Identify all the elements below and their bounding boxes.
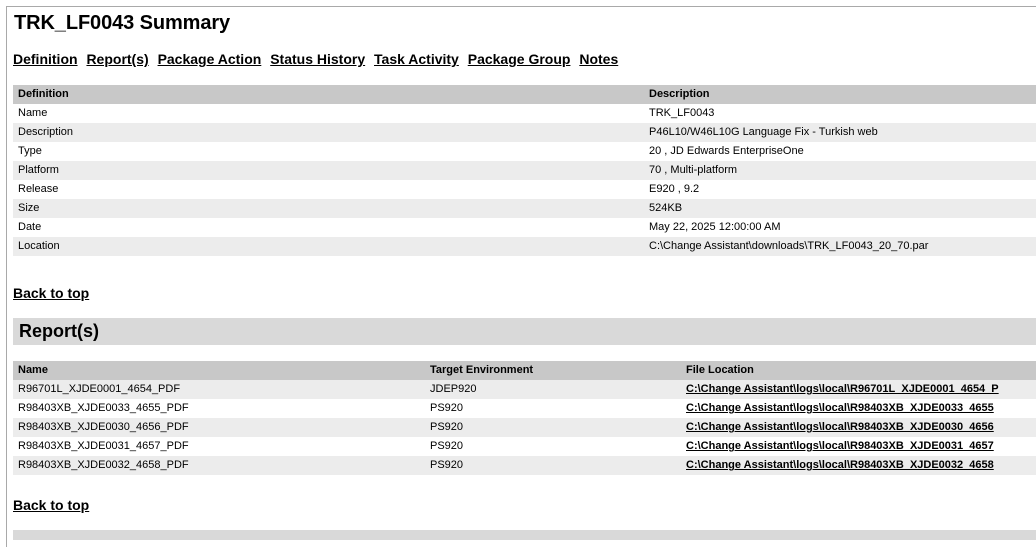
- nav-package-action-link[interactable]: Package Action: [158, 51, 262, 67]
- definition-value: E920 , 9.2: [649, 183, 700, 195]
- report-name: R96701L_XJDE0001_4654_PDF: [13, 380, 425, 399]
- column-header-definition: Definition: [13, 85, 644, 104]
- column-header-description: Description: [644, 85, 1036, 104]
- report-file-link[interactable]: C:\Change Assistant\logs\local\R98403XB_…: [681, 437, 1036, 456]
- nav-status-history-link[interactable]: Status History: [270, 51, 365, 67]
- section-nav: Definition Report(s) Package Action Stat…: [13, 51, 623, 67]
- nav-notes-link[interactable]: Notes: [579, 51, 618, 67]
- report-file-link[interactable]: C:\Change Assistant\logs\local\R98403XB_…: [681, 456, 1036, 475]
- report-name: R98403XB_XJDE0031_4657_PDF: [18, 440, 189, 452]
- definition-label: Name: [18, 107, 48, 119]
- report-environment: PS920: [425, 456, 681, 475]
- definition-value: 524KB: [644, 199, 1036, 218]
- table-row: Release E920 , 9.2: [13, 180, 1036, 199]
- nav-reports-link[interactable]: Report(s): [86, 51, 148, 67]
- table-row: R98403XB_XJDE0031_4657_PDF PS920 C:\Chan…: [13, 437, 1036, 456]
- reports-section-header: Report(s): [13, 318, 1036, 345]
- definition-label: Release: [18, 183, 59, 195]
- definition-value: May 22, 2025 12:00:00 AM: [649, 221, 781, 233]
- definition-label: Date: [18, 221, 42, 233]
- report-name: R98403XB_XJDE0030_4656_PDF: [13, 418, 425, 437]
- report-file-link[interactable]: C:\Change Assistant\logs\local\R96701L_X…: [681, 380, 1036, 399]
- report-environment: JDEP920: [425, 380, 681, 399]
- page-title: TRK_LF0043 Summary: [14, 12, 231, 34]
- column-header-name: Name: [13, 361, 425, 380]
- back-to-top-link[interactable]: Back to top: [13, 285, 89, 301]
- report-name: R98403XB_XJDE0032_4658_PDF: [13, 456, 425, 475]
- definition-value: P46L10/W46L10G Language Fix - Turkish we…: [644, 123, 1036, 142]
- definition-value: C:\Change Assistant\downloads\TRK_LF0043…: [644, 237, 1036, 256]
- report-name: R98403XB_XJDE0033_4655_PDF: [18, 402, 189, 414]
- report-file-link[interactable]: C:\Change Assistant\logs\local\R98403XB_…: [681, 399, 1036, 418]
- report-file-link[interactable]: C:\Change Assistant\logs\local\R98403XB_…: [681, 418, 1036, 437]
- column-header-target-environment: Target Environment: [425, 361, 681, 380]
- definition-label: Platform: [13, 161, 644, 180]
- definition-label: Type: [18, 145, 42, 157]
- table-row: R98403XB_XJDE0032_4658_PDF PS920 C:\Chan…: [13, 456, 1036, 475]
- definition-value: TRK_LF0043: [649, 107, 715, 119]
- next-section-header: [13, 530, 1036, 540]
- nav-package-group-link[interactable]: Package Group: [468, 51, 571, 67]
- definition-label: Size: [13, 199, 644, 218]
- nav-definition-link[interactable]: Definition: [13, 51, 78, 67]
- table-row: R98403XB_XJDE0030_4656_PDF PS920 C:\Chan…: [13, 418, 1036, 437]
- report-environment: PS920: [425, 418, 681, 437]
- report-environment: PS920: [430, 402, 464, 414]
- table-row: Platform 70 , Multi-platform: [13, 161, 1036, 180]
- table-row: R96701L_XJDE0001_4654_PDF JDEP920 C:\Cha…: [13, 380, 1036, 399]
- definition-label: Description: [13, 123, 644, 142]
- table-row: Location C:\Change Assistant\downloads\T…: [13, 237, 1036, 256]
- table-row: Type 20 , JD Edwards EnterpriseOne: [13, 142, 1036, 161]
- nav-task-activity-link[interactable]: Task Activity: [374, 51, 459, 67]
- reports-table: Name Target Environment File Location R9…: [13, 361, 1036, 475]
- table-row: R98403XB_XJDE0033_4655_PDF PS920 C:\Chan…: [13, 399, 1036, 418]
- back-to-top-link[interactable]: Back to top: [13, 497, 89, 513]
- table-row: Size 524KB: [13, 199, 1036, 218]
- table-row: Description P46L10/W46L10G Language Fix …: [13, 123, 1036, 142]
- definition-value: 20 , JD Edwards EnterpriseOne: [649, 145, 804, 157]
- section-title: Report(s): [19, 321, 99, 341]
- definition-table: Definition Description Name TRK_LF0043 D…: [13, 85, 1036, 256]
- column-header-file-location: File Location: [681, 361, 1036, 380]
- definition-value: 70 , Multi-platform: [644, 161, 1036, 180]
- report-environment: PS920: [430, 440, 464, 452]
- definition-label: Location: [13, 237, 644, 256]
- table-row: Name TRK_LF0043: [13, 104, 1036, 123]
- table-row: Date May 22, 2025 12:00:00 AM: [13, 218, 1036, 237]
